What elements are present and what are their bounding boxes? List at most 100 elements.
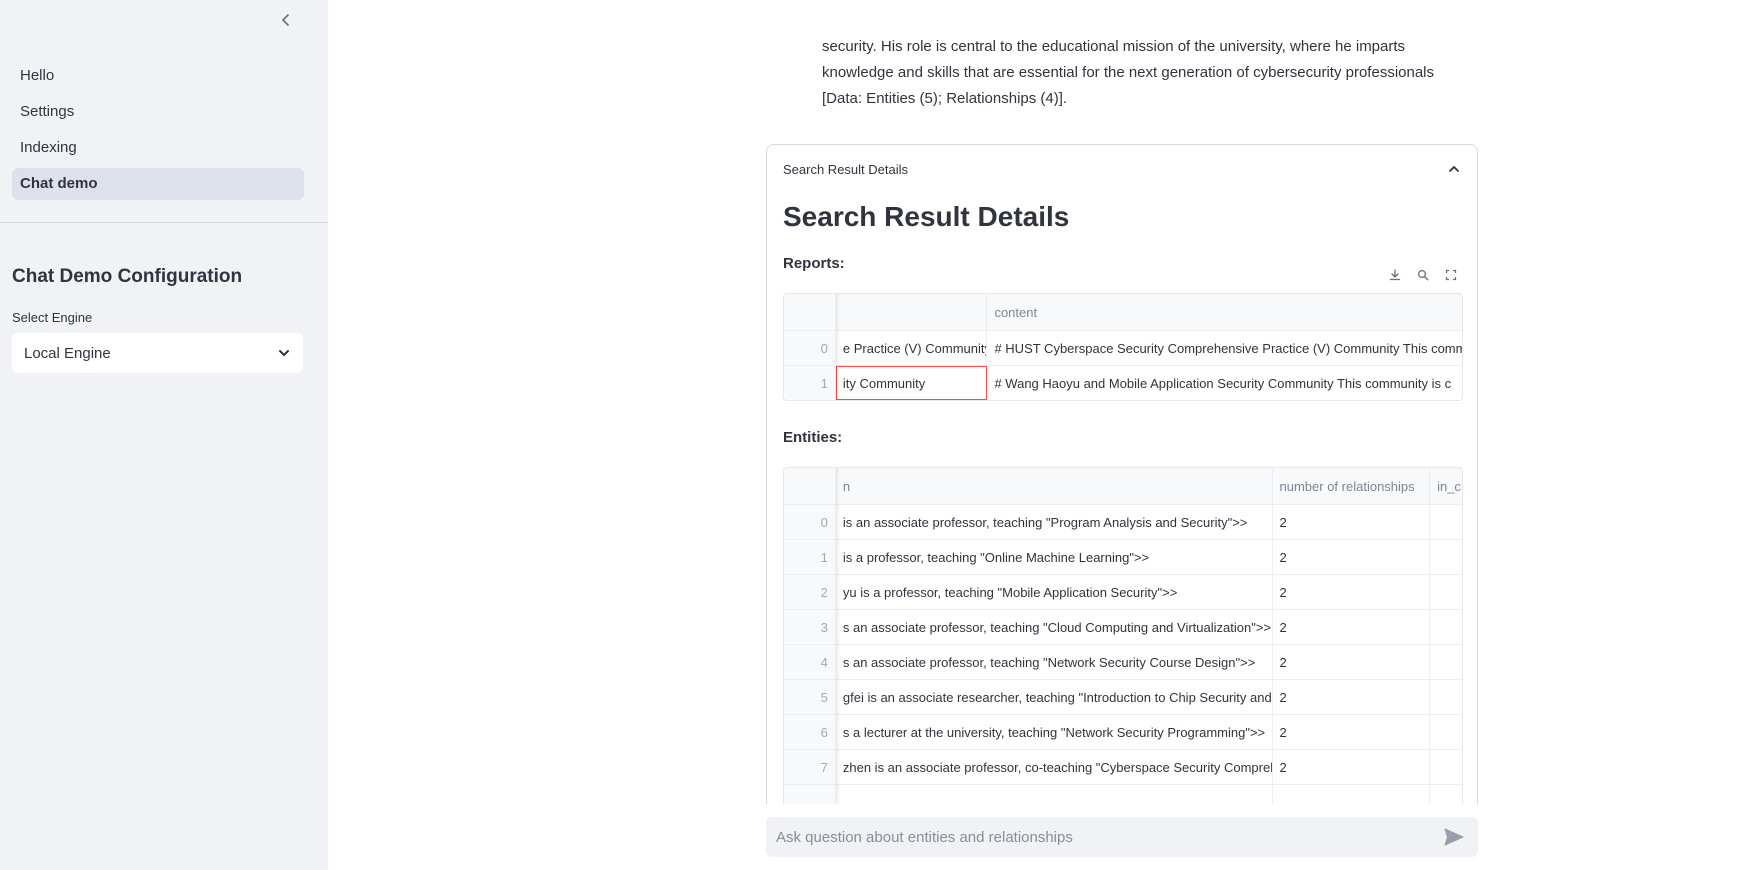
table-header-row: n number of relationships in_c xyxy=(784,468,1462,504)
entities-label: Entities: xyxy=(783,429,843,446)
row-index: 1 xyxy=(784,540,836,574)
row-index: 6 xyxy=(784,715,836,749)
table-cell[interactable]: s an associate professor, teaching "Netw… xyxy=(836,645,1273,679)
table-row[interactable]: 1 ity Community # Wang Haoyu and Mobile … xyxy=(784,365,1462,400)
table-cell[interactable] xyxy=(1430,610,1462,644)
column-header-content[interactable]: content xyxy=(987,294,1462,330)
row-index: 4 xyxy=(784,645,836,679)
table-cell[interactable]: e Practice (V) Community xyxy=(836,331,988,365)
sidebar-item-settings[interactable]: Settings xyxy=(12,96,304,128)
row-index: 2 xyxy=(784,575,836,609)
expander-header[interactable]: Search Result Details xyxy=(767,145,1477,193)
cell-text: ity Community xyxy=(842,375,926,391)
table-row[interactable]: 2 yu is a professor, teaching "Mobile Ap… xyxy=(784,574,1462,609)
table-row[interactable]: 5 gfei is an associate researcher, teach… xyxy=(784,679,1462,714)
sidebar-item-indexing[interactable]: Indexing xyxy=(12,132,304,164)
answer-line: knowledge and skills that are essential … xyxy=(822,64,1435,81)
download-button[interactable] xyxy=(1383,264,1407,286)
row-index: 0 xyxy=(784,505,836,539)
engine-select[interactable]: Local Engine xyxy=(12,333,303,373)
sidebar-item-hello[interactable]: Hello xyxy=(12,60,304,92)
table-cell[interactable]: 2 xyxy=(1273,715,1431,749)
table-row[interactable]: 3 s an associate professor, teaching "Cl… xyxy=(784,609,1462,644)
table-cell[interactable] xyxy=(1430,575,1462,609)
reports-table[interactable]: content 0 e Practice (V) Community # HUS… xyxy=(783,293,1463,401)
table-cell[interactable] xyxy=(1430,750,1462,784)
table-cell[interactable]: zhen is an associate professor, co-teach… xyxy=(836,750,1273,784)
download-icon xyxy=(1389,269,1401,281)
sidebar-item-chat-demo[interactable]: Chat demo xyxy=(12,168,304,200)
engine-select-label: Select Engine xyxy=(12,310,93,325)
chat-input-container xyxy=(766,817,1478,857)
table-cell[interactable]: 2 xyxy=(1273,505,1431,539)
sidebar-nav: Hello Settings Indexing Chat demo xyxy=(12,60,304,204)
row-index xyxy=(784,785,836,804)
table-cell[interactable]: s a lecturer at the university, teaching… xyxy=(836,715,1273,749)
table-row[interactable]: 0 is an associate professor, teaching "P… xyxy=(784,504,1462,539)
fullscreen-icon xyxy=(1445,269,1457,281)
table-cell[interactable]: 2 xyxy=(1273,540,1431,574)
table-cell[interactable] xyxy=(1430,645,1462,679)
entities-table[interactable]: n number of relationships in_c 0 is an a… xyxy=(783,467,1463,804)
column-header-relationships[interactable]: number of relationships xyxy=(1273,468,1431,504)
index-header xyxy=(784,294,836,330)
table-toolbar xyxy=(1383,264,1463,286)
cell-text: s an associate professor, teaching "Clou… xyxy=(842,619,1272,635)
table-row[interactable]: 4 s an associate professor, teaching "Ne… xyxy=(784,644,1462,679)
send-button[interactable] xyxy=(1440,823,1468,851)
table-cell[interactable] xyxy=(1273,785,1431,804)
table-cell[interactable] xyxy=(1430,715,1462,749)
table-cell-selected[interactable]: ity Community xyxy=(835,366,988,400)
table-cell[interactable]: is an associate professor, teaching "Pro… xyxy=(836,505,1273,539)
cell-text: s an associate professor, teaching "Netw… xyxy=(842,654,1256,670)
cell-text: yu is a professor, teaching "Mobile Appl… xyxy=(842,584,1178,600)
table-cell[interactable]: s an associate professor, teaching "Clou… xyxy=(836,610,1273,644)
table-cell[interactable]: gfei is an associate researcher, teachin… xyxy=(836,680,1273,714)
send-icon xyxy=(1444,828,1464,846)
cell-text: is an associate professor, teaching "Pro… xyxy=(842,514,1248,530)
index-header xyxy=(784,468,836,504)
search-result-expander: Search Result Details Search Result Deta… xyxy=(766,144,1478,804)
cell-text: e Practice (V) Community xyxy=(842,340,988,356)
answer-line: security. His role is central to the edu… xyxy=(822,38,1406,55)
chat-input[interactable] xyxy=(776,828,1440,846)
table-row-partial[interactable] xyxy=(784,784,1462,804)
column-header[interactable] xyxy=(836,294,988,330)
answer-line: [Data: Entities (5); Relationships (4)]. xyxy=(822,90,1068,107)
app-root: Hello Settings Indexing Chat demo Chat D… xyxy=(0,0,1761,870)
table-cell[interactable] xyxy=(836,785,1273,804)
search-icon xyxy=(1417,269,1429,281)
engine-select-value: Local Engine xyxy=(24,344,111,362)
fullscreen-button[interactable] xyxy=(1439,264,1463,286)
table-row[interactable]: 0 e Practice (V) Community # HUST Cybers… xyxy=(784,330,1462,365)
chevron-down-icon xyxy=(279,350,289,356)
column-header-in-context[interactable]: in_c xyxy=(1430,468,1462,504)
sidebar-divider xyxy=(0,222,328,223)
table-row[interactable]: 6 s a lecturer at the university, teachi… xyxy=(784,714,1462,749)
row-index: 7 xyxy=(784,750,836,784)
table-cell[interactable]: # HUST Cyberspace Security Comprehensive… xyxy=(987,331,1462,365)
table-header-row: content xyxy=(784,294,1462,330)
table-cell[interactable]: # Wang Haoyu and Mobile Application Secu… xyxy=(987,366,1462,400)
search-button[interactable] xyxy=(1411,264,1435,286)
table-cell[interactable]: 2 xyxy=(1273,645,1431,679)
table-cell[interactable] xyxy=(1430,540,1462,574)
table-row[interactable]: 7 zhen is an associate professor, co-tea… xyxy=(784,749,1462,784)
sidebar: Hello Settings Indexing Chat demo Chat D… xyxy=(0,0,328,870)
chevron-left-icon xyxy=(282,14,289,26)
table-cell[interactable] xyxy=(1430,680,1462,714)
table-cell[interactable]: yu is a professor, teaching "Mobile Appl… xyxy=(836,575,1273,609)
table-cell[interactable] xyxy=(1430,785,1462,804)
reports-label: Reports: xyxy=(783,255,845,272)
cell-text: s a lecturer at the university, teaching… xyxy=(842,724,1266,740)
table-cell[interactable]: 2 xyxy=(1273,680,1431,714)
table-cell[interactable]: is a professor, teaching "Online Machine… xyxy=(836,540,1273,574)
collapse-sidebar-button[interactable] xyxy=(274,8,298,32)
table-cell[interactable]: 2 xyxy=(1273,750,1431,784)
table-cell[interactable]: 2 xyxy=(1273,575,1431,609)
table-cell[interactable] xyxy=(1430,505,1462,539)
expander-title: Search Result Details xyxy=(783,201,1070,232)
column-header-description[interactable]: n xyxy=(836,468,1273,504)
table-cell[interactable]: 2 xyxy=(1273,610,1431,644)
table-row[interactable]: 1 is a professor, teaching "Online Machi… xyxy=(784,539,1462,574)
